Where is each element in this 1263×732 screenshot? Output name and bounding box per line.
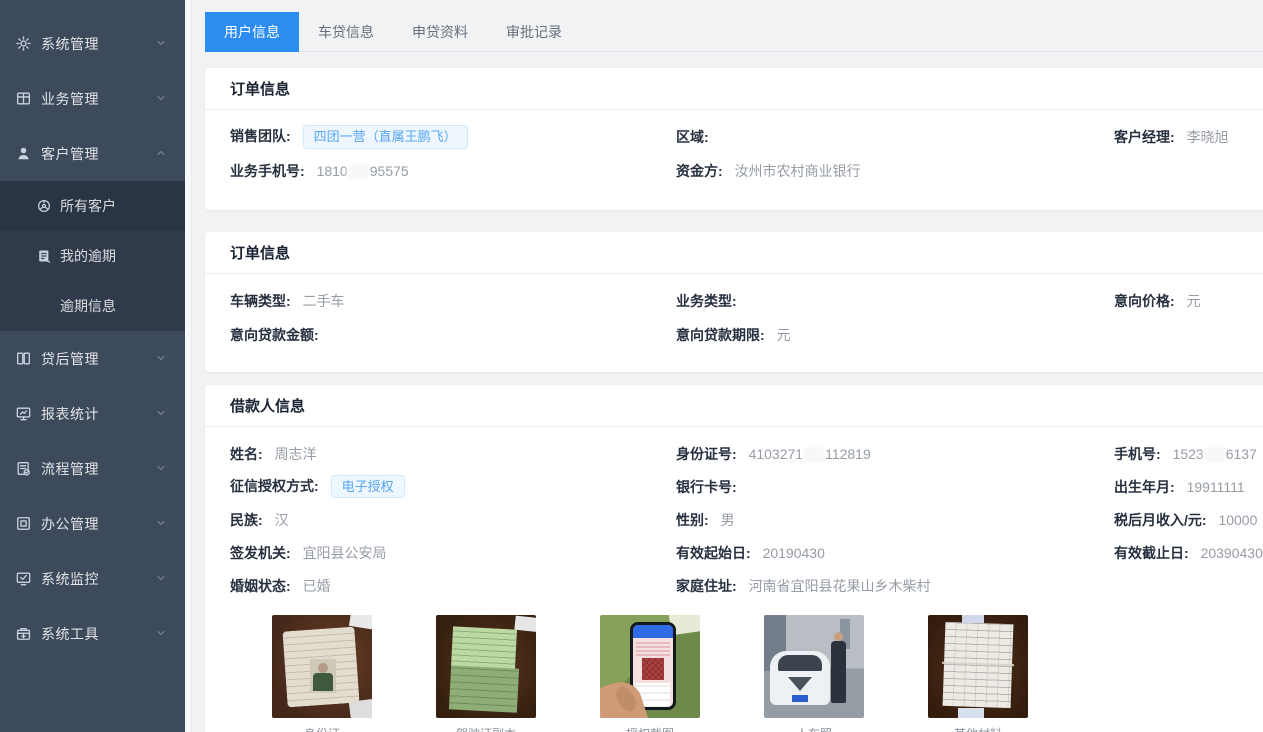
photo-handwritten-doc[interactable] bbox=[928, 615, 1028, 718]
chevron-down-icon bbox=[155, 626, 167, 642]
sales-team-tag[interactable]: 四团一营（直属王鹏飞） bbox=[303, 125, 468, 149]
photo-person-car[interactable] bbox=[764, 615, 864, 718]
sidebar-item-system-tools[interactable]: 系统工具 bbox=[0, 606, 185, 661]
field-name: 姓名: 周志洋 bbox=[230, 444, 676, 464]
sidebar: 系统管理 业务管理 客户管理 所有客户 我的逾期 逾期信息 bbox=[0, 0, 185, 732]
gear-icon bbox=[14, 35, 32, 53]
monitor-icon bbox=[14, 405, 32, 423]
monitor-check-icon bbox=[14, 570, 32, 588]
field-valid-to: 有效截止日: 20390430 bbox=[1114, 543, 1263, 563]
photo-qr-phone[interactable] bbox=[600, 615, 700, 718]
sidebar-item-system-mgmt[interactable]: 系统管理 bbox=[0, 16, 185, 71]
field-monthly-income: 税后月收入/元: 10000 bbox=[1114, 510, 1263, 530]
document-photos: 身份证 驾驶证副本 授权截图 bbox=[205, 615, 1263, 732]
user-icon bbox=[14, 145, 32, 163]
chevron-down-icon bbox=[155, 351, 167, 367]
field-id-number: 身份证号: 4103271112819 bbox=[676, 444, 1114, 464]
chevron-down-icon bbox=[155, 461, 167, 477]
photo-caption: 驾驶证副本 bbox=[436, 725, 536, 732]
sidebar-item-office-mgmt[interactable]: 办公管理 bbox=[0, 496, 185, 551]
chevron-down-icon bbox=[155, 36, 167, 52]
field-sales-team: 销售团队: 四团一营（直属王鹏飞） bbox=[230, 125, 676, 149]
sidebar-item-postloan-mgmt[interactable]: 贷后管理 bbox=[0, 331, 185, 386]
sidebar-item-system-monitor[interactable]: 系统监控 bbox=[0, 551, 185, 606]
card-title: 订单信息 bbox=[205, 232, 1263, 274]
field-business-type: 业务类型: bbox=[676, 291, 1114, 311]
notebook-icon bbox=[35, 248, 52, 265]
sidebar-item-label: 所有客户 bbox=[60, 196, 116, 216]
borrower-info-card: 借款人信息 姓名: 周志洋 身份证号: 4103271112819 手机号: 1… bbox=[205, 385, 1263, 732]
photo-caption: 其他材料 bbox=[928, 725, 1028, 732]
photo-license-booklet[interactable] bbox=[436, 615, 536, 718]
field-bank-card: 银行卡号: bbox=[676, 477, 1114, 497]
chevron-up-icon bbox=[155, 146, 167, 162]
grid-icon bbox=[14, 90, 32, 108]
photo-caption: 授权截图 bbox=[600, 725, 700, 732]
credit-auth-tag: 电子授权 bbox=[331, 475, 405, 499]
sidebar-item-label: 我的逾期 bbox=[60, 246, 116, 266]
field-business-phone: 业务手机号: 181095575 bbox=[230, 161, 676, 181]
redaction-blur bbox=[1205, 448, 1225, 461]
detail-tabs: 用户信息 车贷信息 申贷资料 审批记录 bbox=[205, 12, 1263, 52]
field-home-address: 家庭住址: 河南省宜阳县花果山乡木柴村 bbox=[676, 576, 1114, 596]
field-birth-date: 出生年月: 19911111 bbox=[1114, 477, 1263, 497]
customer-mgmt-submenu: 所有客户 我的逾期 逾期信息 bbox=[0, 181, 185, 331]
chevron-down-icon bbox=[155, 406, 167, 422]
card-title: 借款人信息 bbox=[205, 385, 1263, 427]
sidebar-scrollbar[interactable] bbox=[185, 0, 192, 732]
field-issuing-authority: 签发机关: 宜阳县公安局 bbox=[230, 543, 676, 563]
field-credit-auth-method: 征信授权方式: 电子授权 bbox=[230, 475, 676, 499]
tab-approval-records[interactable]: 审批记录 bbox=[487, 12, 581, 52]
sidebar-item-customer-mgmt[interactable]: 客户管理 bbox=[0, 126, 185, 181]
sidebar-item-business-mgmt[interactable]: 业务管理 bbox=[0, 71, 185, 126]
field-region: 区域: bbox=[676, 127, 1114, 147]
sidebar-item-report-stats[interactable]: 报表统计 bbox=[0, 386, 185, 441]
field-mobile: 手机号: 15236137 bbox=[1114, 444, 1263, 464]
redaction-blur bbox=[349, 165, 369, 178]
field-intent-price: 意向价格: 元 bbox=[1114, 291, 1263, 311]
card-title: 订单信息 bbox=[205, 68, 1263, 110]
toolbox-icon bbox=[14, 625, 32, 643]
tab-user-info[interactable]: 用户信息 bbox=[205, 12, 299, 52]
office-icon bbox=[14, 515, 32, 533]
sidebar-item-process-mgmt[interactable]: 流程管理 bbox=[0, 441, 185, 496]
chevron-down-icon bbox=[155, 516, 167, 532]
main-content: 用户信息 车贷信息 申贷资料 审批记录 订单信息 销售团队: 四团一营（直属王鹏… bbox=[192, 0, 1263, 732]
sidebar-item-my-overdue[interactable]: 我的逾期 bbox=[0, 231, 185, 281]
flow-doc-icon bbox=[14, 460, 32, 478]
tab-car-loan-info[interactable]: 车贷信息 bbox=[299, 12, 393, 52]
field-intent-loan-amount: 意向贷款金额: bbox=[230, 325, 676, 345]
field-ethnicity: 民族: 汉 bbox=[230, 510, 676, 530]
field-valid-from: 有效起始日: 20190430 bbox=[676, 543, 1114, 563]
chevron-down-icon bbox=[155, 571, 167, 587]
field-marital-status: 婚姻状态: 已婚 bbox=[230, 576, 676, 596]
field-gender: 性别: 男 bbox=[676, 510, 1114, 530]
field-vehicle-type: 车辆类型: 二手车 bbox=[230, 291, 676, 311]
field-intent-loan-term: 意向贷款期限: 元 bbox=[676, 325, 1114, 345]
photo-id-card[interactable] bbox=[272, 615, 372, 718]
redaction-blur bbox=[804, 448, 824, 461]
photo-caption: 身份证 bbox=[272, 725, 372, 732]
order-info-card: 订单信息 销售团队: 四团一营（直属王鹏飞） 区域: 客户经理: 李晓旭 业务手 bbox=[205, 68, 1263, 210]
clients-icon bbox=[35, 198, 52, 215]
sidebar-item-overdue-info[interactable]: 逾期信息 bbox=[0, 281, 185, 331]
sidebar-item-all-customers[interactable]: 所有客户 bbox=[0, 181, 185, 231]
book-icon bbox=[14, 350, 32, 368]
tab-loan-application-docs[interactable]: 申贷资料 bbox=[393, 12, 487, 52]
sidebar-item-label: 逾期信息 bbox=[60, 296, 116, 316]
order-vehicle-card: 订单信息 车辆类型: 二手车 业务类型: 意向价格: 元 意向贷款金额: bbox=[205, 232, 1263, 372]
field-funder: 资金方: 汝州市农村商业银行 bbox=[676, 161, 1114, 181]
chevron-down-icon bbox=[155, 91, 167, 107]
field-account-manager: 客户经理: 李晓旭 bbox=[1114, 127, 1263, 147]
photo-caption: 人车照 bbox=[764, 725, 864, 732]
